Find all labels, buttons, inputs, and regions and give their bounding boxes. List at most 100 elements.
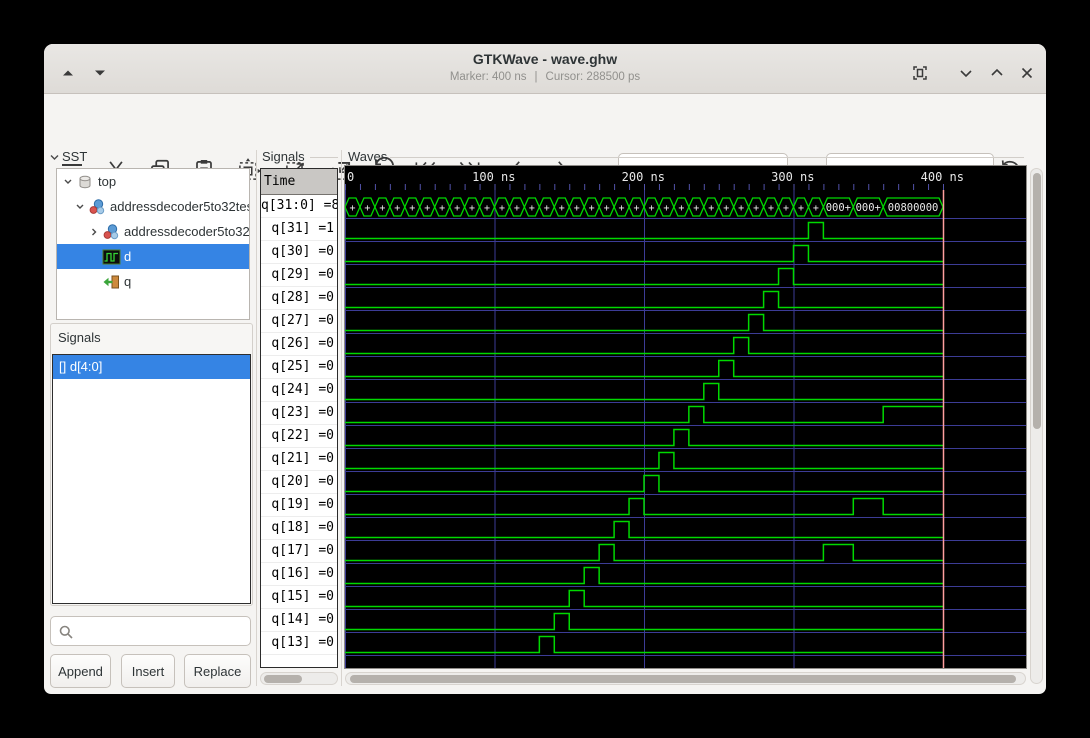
bus-value-label: + — [678, 203, 684, 214]
bus-value-label: + — [738, 203, 744, 214]
selected-signals-list: [] d[4:0] — [52, 354, 251, 604]
tree-item-decoder[interactable]: addressdecoder5to32 — [57, 219, 249, 244]
expander-open-icon[interactable] — [73, 202, 87, 212]
window-subtitle: Marker: 400 ns | Cursor: 288500 ps — [44, 71, 1046, 83]
signal-row[interactable]: q[18] =0 — [261, 517, 337, 540]
waves-hscrollbar[interactable] — [345, 672, 1026, 685]
bus-value-label: + — [768, 203, 774, 214]
waves-hscrollbar-thumb[interactable] — [350, 675, 1016, 683]
signal-row[interactable]: q[14] =0 — [261, 609, 337, 632]
bus-value-label: + — [589, 203, 595, 214]
maximize-button[interactable] — [985, 61, 1009, 85]
timescale-label: 300 ns — [771, 170, 814, 184]
bus-value-label: + — [648, 203, 654, 214]
bus-value-label: + — [813, 203, 819, 214]
bus-value-label: + — [469, 203, 475, 214]
signal-row[interactable]: q[25] =0 — [261, 356, 337, 379]
frame-line — [390, 157, 1024, 158]
signal-name-rows: q[31:0] =8 q[31] =1 q[30] =0 q[29] =0 q[28] … — [261, 195, 337, 655]
bus-value-label: + — [708, 203, 714, 214]
unmaximize-button[interactable] — [954, 61, 978, 85]
tree-item-label: d — [124, 249, 132, 264]
bus-value-label: + — [663, 203, 669, 214]
names-hscrollbar-thumb[interactable] — [264, 675, 302, 683]
bus-value-label: + — [544, 203, 550, 214]
close-button[interactable] — [1015, 61, 1039, 85]
bus-value-label: + — [454, 203, 460, 214]
tree-item-label: q — [124, 274, 132, 289]
expander-open-icon[interactable] — [61, 177, 75, 187]
list-item-d[interactable]: [] d[4:0] — [53, 355, 250, 379]
signal-row[interactable]: q[22] =0 — [261, 425, 337, 448]
signal-row[interactable]: q[15] =0 — [261, 586, 337, 609]
tree-item-top[interactable]: top — [57, 169, 249, 194]
chevron-up-icon — [991, 68, 1003, 76]
bus-value-label: + — [559, 203, 565, 214]
waveform-svg: 0 100 ns 200 ns 300 ns 400 ns + + + + + + + + + + + + + + +… — [345, 166, 1026, 668]
sst-expander-icon[interactable] — [49, 152, 60, 163]
signal-row[interactable]: q[19] =0 — [261, 494, 337, 517]
signal-row[interactable]: q[27] =0 — [261, 310, 337, 333]
bus-value-label: + — [394, 203, 400, 214]
bus-value-label: + — [484, 203, 490, 214]
bus-value-label: + — [529, 203, 535, 214]
pane-divider[interactable] — [256, 150, 257, 686]
bus-value-label: 000+ — [826, 202, 851, 214]
tree-item-testbench[interactable]: addressdecoder5to32tes — [57, 194, 249, 219]
signal-row[interactable]: q[31] =1 — [261, 218, 337, 241]
tree-item-d[interactable]: d — [57, 244, 249, 269]
bus-value-label: 000+ — [856, 202, 881, 214]
frame-line — [310, 157, 338, 158]
waves-pane-label: Waves — [348, 149, 388, 164]
window-title: GTKWave - wave.ghw — [472, 51, 618, 67]
bus-value-label: + — [424, 203, 430, 214]
names-hscrollbar[interactable] — [260, 672, 338, 685]
bus-value-label: + — [723, 203, 729, 214]
signal-row[interactable]: q[29] =0 — [261, 264, 337, 287]
bus-value-label: + — [574, 203, 580, 214]
bus-value-label: + — [798, 203, 804, 214]
signal-row[interactable]: q[30] =0 — [261, 241, 337, 264]
signal-row[interactable]: q[20] =0 — [261, 471, 337, 494]
insert-button[interactable]: Insert — [121, 654, 175, 688]
bus-value-label: + — [753, 203, 759, 214]
append-button[interactable]: Append — [50, 654, 111, 688]
bus-value-label: + — [499, 203, 505, 214]
signal-names-pane-label: Signals — [262, 149, 305, 164]
bus-value-label: + — [409, 203, 415, 214]
signals-frame-label: Signals — [58, 330, 101, 345]
signal-row[interactable]: q[28] =0 — [261, 287, 337, 310]
bus-value-label: + — [364, 203, 370, 214]
expander-closed-icon[interactable] — [87, 227, 101, 237]
timescale-label: 100 ns — [472, 170, 515, 184]
pane-divider[interactable] — [341, 150, 342, 686]
fullscreen-button[interactable] — [908, 61, 932, 85]
bus-value-label: + — [693, 203, 699, 214]
signal-row[interactable]: q[21] =0 — [261, 448, 337, 471]
signal-row[interactable]: q[26] =0 — [261, 333, 337, 356]
timescale-label: 400 ns — [921, 170, 964, 184]
search-input[interactable] — [79, 618, 248, 646]
toolbar: From: To: — [44, 94, 1046, 189]
bus-value-label: + — [349, 203, 355, 214]
time-header[interactable]: Time — [261, 169, 337, 195]
bus-value-label: + — [439, 203, 445, 214]
tree-item-label: addressdecoder5to32 — [124, 224, 249, 239]
signal-row[interactable]: q[31:0] =8 — [261, 195, 337, 218]
timescale-label: 200 ns — [622, 170, 665, 184]
waves-vscrollbar-thumb[interactable] — [1033, 173, 1041, 429]
signal-row[interactable]: q[17] =0 — [261, 540, 337, 563]
tree-item-q[interactable]: q — [57, 269, 249, 294]
wave-canvas[interactable]: 0 100 ns 200 ns 300 ns 400 ns + + + + + + + + + + + + + + +… — [344, 165, 1027, 669]
fullscreen-icon — [913, 66, 927, 80]
replace-button[interactable]: Replace — [184, 654, 251, 688]
sst-tree: top addressdecoder5to32tes addressdecode… — [56, 168, 250, 320]
entity-icon — [101, 223, 121, 241]
signal-row[interactable]: q[24] =0 — [261, 379, 337, 402]
signal-row[interactable]: q[23] =0 — [261, 402, 337, 425]
bus-value-label: + — [604, 203, 610, 214]
waves-vscrollbar[interactable] — [1030, 168, 1043, 684]
signal-row[interactable]: q[13] =0 — [261, 632, 337, 655]
tree-item-label: addressdecoder5to32tes — [110, 199, 249, 214]
signal-row[interactable]: q[16] =0 — [261, 563, 337, 586]
